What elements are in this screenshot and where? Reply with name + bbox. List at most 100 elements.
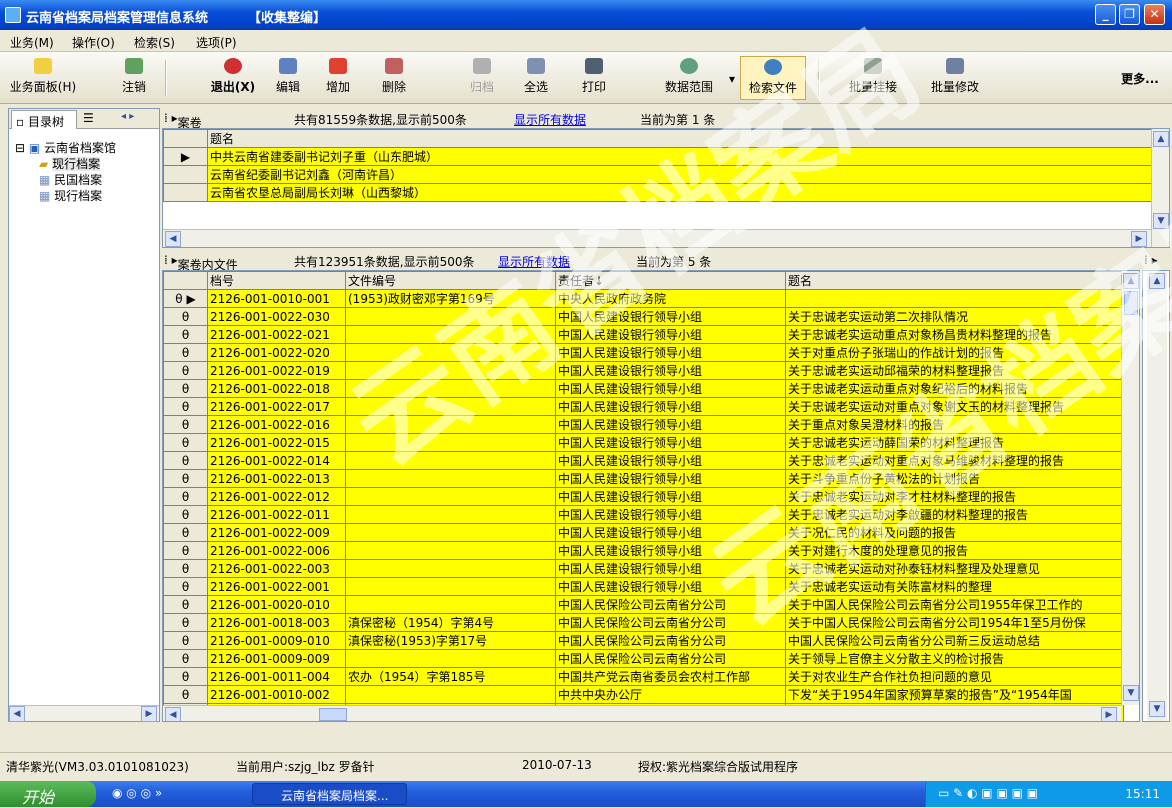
table-row[interactable]: θ 2126-001-0022-003 中国人民建设银行领导小组 关于忠诚老实运动对孙… (163, 559, 1124, 578)
responsible-cell[interactable]: 中国人民建设银行领导小组 (555, 325, 786, 344)
title-cell[interactable]: 关于忠诚老实运动对孙泰钰材料整理及处理意见 (785, 559, 1124, 578)
batch-link-button[interactable]: 批量挂接 (840, 56, 906, 100)
scroll-down-icon[interactable]: ▼ (1123, 685, 1139, 701)
archive-no-cell[interactable]: 2126-001-0022-021 (207, 325, 346, 344)
table-row[interactable]: θ 2126-001-0022-009 中国人民建设银行领导小组 关于况仁民的材料及问… (163, 523, 1124, 542)
archive-no-cell[interactable]: 2126-001-0010-001 (207, 289, 346, 308)
dossier-title-cell[interactable]: 云南省纪委副书记刘鑫（河南许昌） (207, 165, 1154, 184)
scroll-left-icon[interactable]: ◀ (9, 706, 25, 722)
responsible-cell[interactable]: 中国人民建设银行领导小组 (555, 559, 786, 578)
scroll-up-icon[interactable]: ▲ (1123, 273, 1139, 289)
dossier-col-title[interactable]: 题名 (207, 129, 1154, 148)
file-no-cell[interactable]: 滇保密秘(1953)字第17号 (345, 631, 556, 650)
archive-no-cell[interactable]: 2126-001-0022-020 (207, 343, 346, 362)
attachment-icon[interactable]: θ (163, 559, 208, 578)
menu-options[interactable]: 选项(P) (196, 34, 237, 51)
scroll-up-icon[interactable]: ▲ (1153, 131, 1169, 147)
attachment-icon[interactable]: θ (163, 631, 208, 650)
responsible-cell[interactable]: 中国人民建设银行领导小组 (555, 307, 786, 326)
minimize-button[interactable]: _ (1095, 4, 1116, 25)
table-row[interactable]: θ 2126-001-0022-001 中国人民建设银行领导小组 关于忠诚老实运动有关… (163, 577, 1124, 596)
file-no-cell[interactable]: 农办（1954）字第185号 (345, 667, 556, 686)
file-no-cell[interactable]: (1953)政财密邓字第169号 (345, 289, 556, 308)
table-row[interactable]: θ 2126-001-0022-020 中国人民建设银行领导小组 关于对重点份子张瑞山… (163, 343, 1124, 362)
table-row[interactable]: θ 2126-001-0009-010 滇保密秘(1953)字第17号 中国人民保险公… (163, 631, 1124, 650)
title-cell[interactable]: 关于况仁民的材料及问题的报告 (785, 523, 1124, 542)
title-cell[interactable]: 关于对重点份子张瑞山的作战计划的报告 (785, 343, 1124, 362)
archive-no-cell[interactable]: 2126-001-0022-013 (207, 469, 346, 488)
file-no-cell[interactable] (345, 307, 556, 326)
attachment-icon[interactable]: θ (163, 541, 208, 560)
attachment-icon[interactable]: θ (163, 307, 208, 326)
table-row[interactable]: θ 2126-001-0022-011 中国人民建设银行领导小组 关于忠诚老实运动对李… (163, 505, 1124, 524)
data-range-dropdown[interactable]: ▾ (726, 56, 738, 100)
archive-no-cell[interactable]: 2126-001-0022-009 (207, 523, 346, 542)
file-no-cell[interactable] (345, 433, 556, 452)
table-row[interactable]: θ 2126-001-0022-013 中国人民建设银行领导小组 关于斗争重点份子黄松… (163, 469, 1124, 488)
archive-no-cell[interactable]: 2126-001-0022-006 (207, 541, 346, 560)
responsible-cell[interactable]: 中国共产党云南省委员会农村工作部 (555, 667, 786, 686)
scroll-up-icon[interactable]: ▲ (1149, 273, 1165, 289)
table-row[interactable]: θ 2126-001-0022-021 中国人民建设银行领导小组 关于忠诚老实运动重点… (163, 325, 1124, 344)
scroll-right-icon[interactable]: ▶ (1101, 707, 1117, 721)
responsible-cell[interactable]: 中央人民政府政务院 (555, 289, 786, 308)
scroll-left-icon[interactable]: ◀ (165, 231, 181, 247)
menu-search[interactable]: 检索(S) (134, 34, 175, 51)
table-row[interactable]: θ 2126-001-0022-006 中国人民建设银行领导小组 关于对建行木度的处理… (163, 541, 1124, 560)
attachment-icon[interactable]: θ (163, 595, 208, 614)
archive-no-cell[interactable]: 2126-001-0022-015 (207, 433, 346, 452)
files-col-responsible[interactable]: 责任者↓ (555, 271, 786, 290)
attachment-icon[interactable]: θ (163, 469, 208, 488)
select-all-button[interactable]: 全选 (516, 56, 556, 100)
title-cell[interactable]: 关于斗争重点份子黄松法的计划报告 (785, 469, 1124, 488)
responsible-cell[interactable]: 中国人民建设银行领导小组 (555, 541, 786, 560)
responsible-cell[interactable]: 中国人民建设银行领导小组 (555, 469, 786, 488)
files-col-file-no[interactable]: 文件编号 (345, 271, 556, 290)
list-icon[interactable]: ☰ (83, 111, 94, 125)
file-no-cell[interactable] (345, 343, 556, 362)
file-no-cell[interactable] (345, 469, 556, 488)
tree-hscrollbar[interactable]: ◀ ▶ (9, 705, 159, 722)
archive-no-cell[interactable]: 2126-001-0022-001 (207, 577, 346, 596)
table-row[interactable]: θ 2126-001-0022-030 中国人民建设银行领导小组 关于忠诚老实运动第二… (163, 307, 1124, 326)
attachment-icon[interactable]: θ (163, 451, 208, 470)
attachment-icon[interactable]: θ (163, 361, 208, 380)
tray-icons[interactable]: ▭ ✎ ◐ ▣ ▣ ▣ ▣ (938, 786, 1038, 800)
table-row[interactable]: θ 2126-001-0022-014 中国人民建设银行领导小组 关于忠诚老实运动对重… (163, 451, 1124, 470)
table-row[interactable]: θ 2126-001-0022-016 中国人民建设银行领导小组 关于重点对象吴澄材料… (163, 415, 1124, 434)
title-cell[interactable]: 关于中国人民保险公司云南省分公司1955年保卫工作的 (785, 595, 1124, 614)
responsible-cell[interactable]: 中国人民建设银行领导小组 (555, 523, 786, 542)
add-button[interactable]: 增加 (318, 56, 358, 100)
tree-node-root[interactable]: ⊟ ▣ 云南省档案馆 (15, 139, 116, 155)
archive-no-cell[interactable]: 2126-001-0022-018 (207, 379, 346, 398)
archive-button[interactable]: 归档 (462, 56, 502, 100)
table-row[interactable]: θ 2126-001-0020-010 中国人民保险公司云南省分公司 关于中国人民保险… (163, 595, 1124, 614)
edit-button[interactable]: 编辑 (268, 56, 308, 100)
file-no-cell[interactable] (345, 397, 556, 416)
scroll-right-icon[interactable]: ▶ (141, 706, 157, 722)
title-cell[interactable]: 关于忠诚老实运动有关陈富材料的整理 (785, 577, 1124, 596)
file-no-cell[interactable]: 滇保密秘（1954）字第4号 (345, 613, 556, 632)
table-row[interactable]: θ ▶ 2126-001-0010-001 (1953)政财密邓字第169号 中央人民… (163, 289, 1124, 308)
tab-directory-tree[interactable]: ▫ 目录树 (11, 110, 77, 129)
responsible-cell[interactable]: 中国人民建设银行领导小组 (555, 505, 786, 524)
files-vscrollbar[interactable]: ▲ ▼ (1121, 271, 1139, 705)
title-cell[interactable]: 下发“关于1954年国家预算草案的报告”及“1954年国 (785, 685, 1124, 704)
dossier-title-cell[interactable]: 云南省农垦总局副局长刘琳（山西黎城） (207, 183, 1154, 202)
archive-no-cell[interactable]: 2126-001-0009-010 (207, 631, 346, 650)
print-button[interactable]: 打印 (574, 56, 614, 100)
batch-edit-button[interactable]: 批量修改 (922, 56, 988, 100)
title-cell[interactable]: 关于忠诚老实运动重点对象纪裕后的材料报告 (785, 379, 1124, 398)
title-cell[interactable]: 关于忠诚老实运动对李啟疆的材料整理的报告 (785, 505, 1124, 524)
files-hscrollbar[interactable]: ◀ ▶ (163, 705, 1121, 721)
responsible-cell[interactable]: 中国人民建设银行领导小组 (555, 487, 786, 506)
table-row[interactable]: θ 2126-001-0022-017 中国人民建设银行领导小组 关于忠诚老实运动对重… (163, 397, 1124, 416)
scroll-down-icon[interactable]: ▼ (1149, 701, 1165, 717)
attachment-icon[interactable]: θ (163, 505, 208, 524)
archive-no-cell[interactable]: 2126-001-0022-017 (207, 397, 346, 416)
title-cell[interactable]: 中国人民保险公司云南省分公司新三反运动总结 (785, 631, 1124, 650)
responsible-cell[interactable]: 中国人民建设银行领导小组 (555, 433, 786, 452)
file-no-cell[interactable] (345, 649, 556, 668)
scrollbar-thumb[interactable] (319, 708, 347, 721)
attachment-icon[interactable]: θ ▶ (163, 289, 208, 308)
